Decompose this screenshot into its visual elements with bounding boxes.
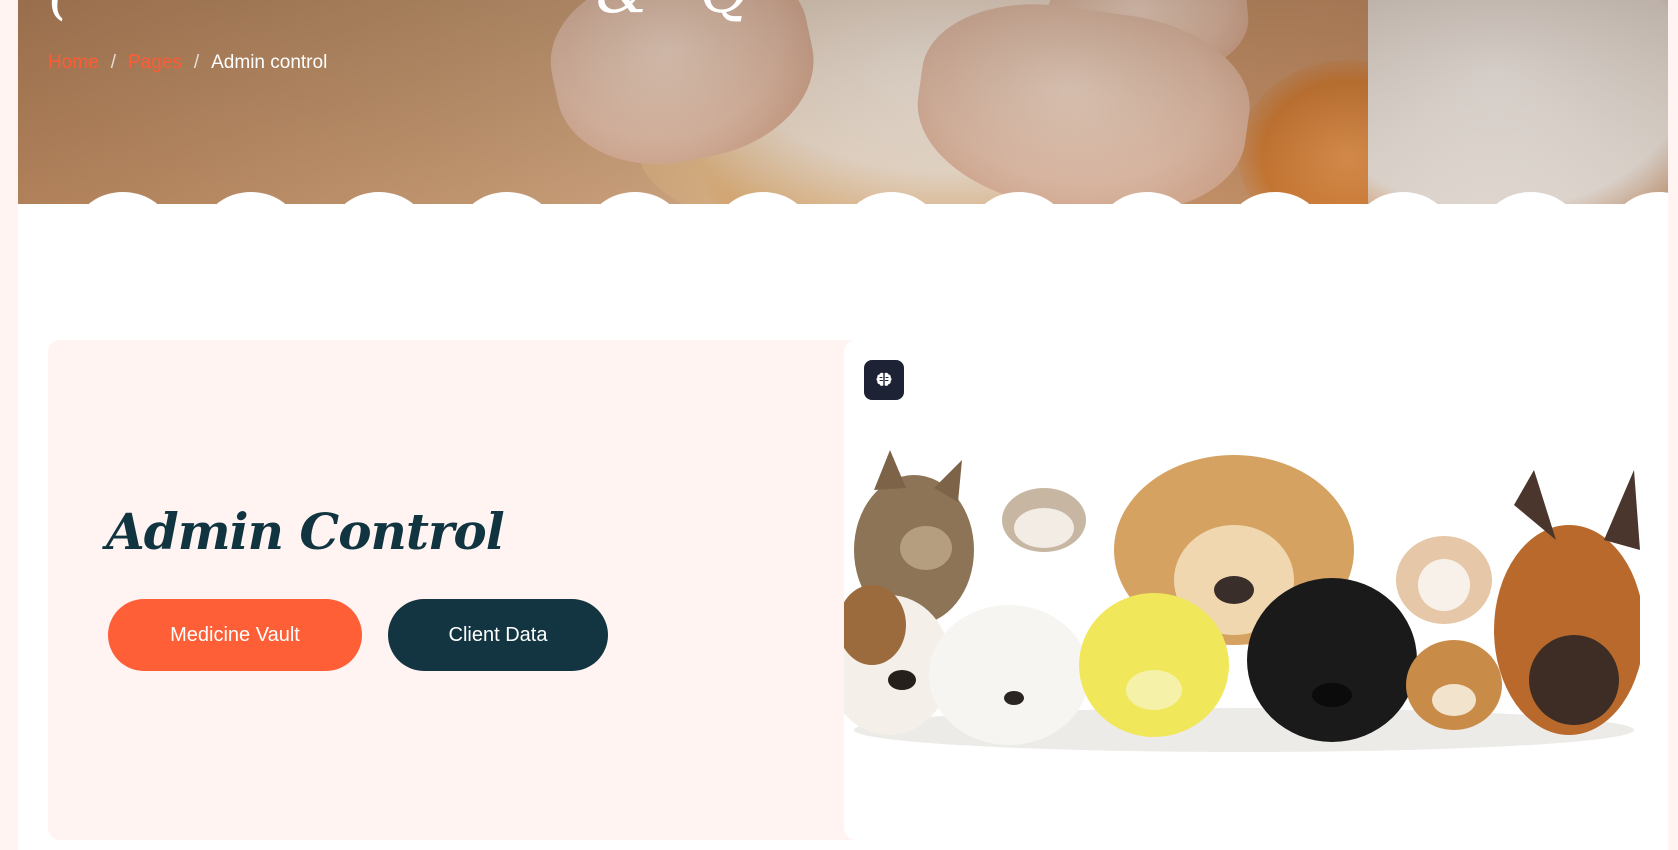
- breadcrumb: Home / Pages / Admin control: [48, 52, 327, 74]
- brain-badge[interactable]: [864, 360, 904, 400]
- breadcrumb-link-pages[interactable]: Pages: [128, 52, 182, 74]
- admin-card: Admin Control Medicine Vault Client Data: [48, 340, 1658, 840]
- breadcrumb-separator: /: [193, 52, 200, 73]
- hero-overlay: [18, 0, 1668, 220]
- hero-title-fragment: Q: [700, 0, 749, 22]
- hero-banner: ( & Q Home / Pages / Admin control: [18, 0, 1668, 220]
- pets-group-photo: [844, 450, 1640, 752]
- medicine-vault-button[interactable]: Medicine Vault: [108, 599, 362, 671]
- scalloped-divider: [18, 192, 1668, 220]
- breadcrumb-current: Admin control: [211, 52, 328, 73]
- brain-icon: [876, 372, 892, 386]
- hero-title-fragment: (: [48, 0, 71, 22]
- breadcrumb-separator: /: [110, 52, 116, 73]
- breadcrumb-link-home[interactable]: Home: [48, 52, 99, 74]
- page: ( & Q Home / Pages / Admin control Admin…: [18, 0, 1668, 850]
- pets-image-panel: [844, 340, 1658, 840]
- admin-card-content: Admin Control Medicine Vault Client Data: [48, 340, 848, 840]
- page-title: Admin Control: [106, 502, 505, 561]
- client-data-button[interactable]: Client Data: [388, 599, 608, 671]
- hero-title-fragment: &: [596, 0, 649, 22]
